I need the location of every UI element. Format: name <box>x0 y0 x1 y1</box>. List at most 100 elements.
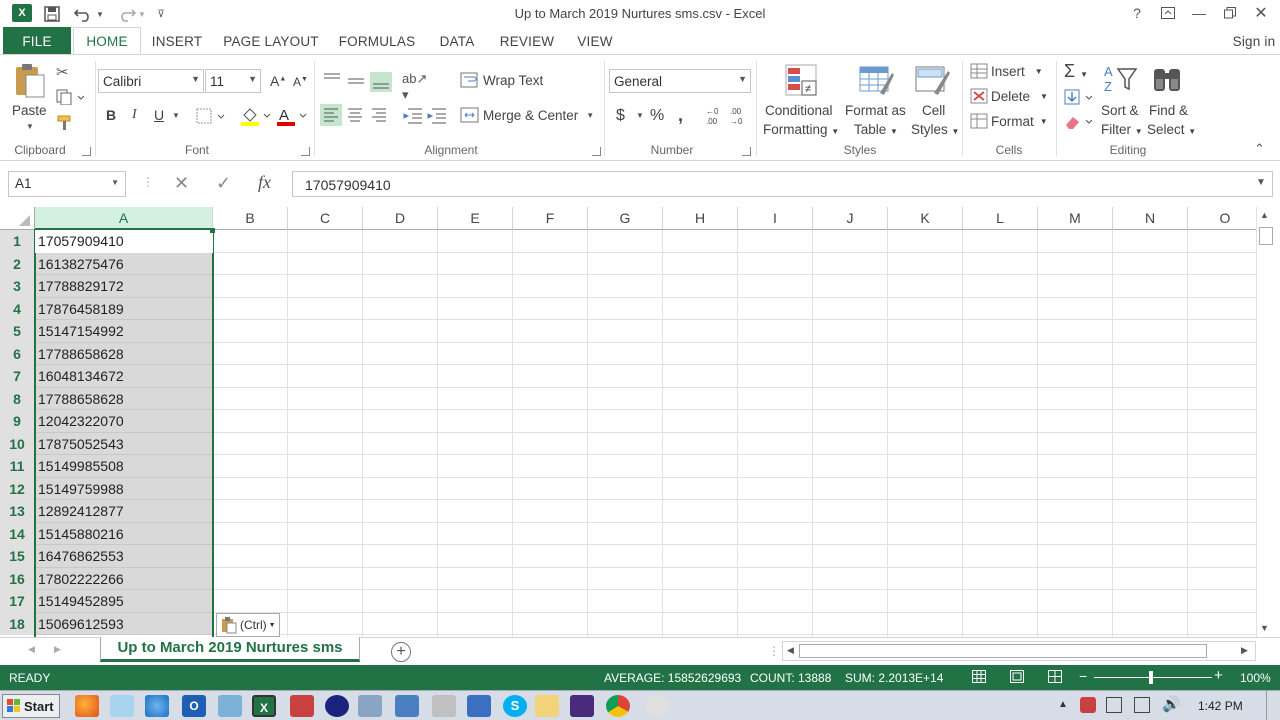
format-painter-icon[interactable] <box>57 115 75 131</box>
network-tray-icon[interactable] <box>1134 697 1150 713</box>
tab-review[interactable]: REVIEW <box>493 27 561 55</box>
font-color-icon[interactable]: A <box>276 105 308 127</box>
copy-icon[interactable] <box>56 89 86 106</box>
next-sheet-icon[interactable]: ▶ <box>54 644 61 655</box>
row-header-18[interactable]: 18 <box>0 612 35 635</box>
column-header-i[interactable]: I <box>738 207 813 230</box>
scroll-down-icon[interactable]: ▼ <box>1260 623 1269 633</box>
format-cells-button[interactable]: Format ▼ <box>970 113 1048 129</box>
zoom-in-icon[interactable]: + <box>1214 667 1223 684</box>
indent-icons[interactable] <box>402 105 448 125</box>
hscroll-thumb[interactable] <box>799 644 1207 658</box>
cell-styles-button[interactable]: Cell <box>922 103 945 118</box>
cancel-icon[interactable]: ✕ <box>174 173 189 194</box>
tray-icon[interactable] <box>1080 697 1096 713</box>
cell-a12[interactable]: 15149759988 <box>35 477 213 500</box>
row-header-15[interactable]: 15 <box>0 545 35 568</box>
column-header-c[interactable]: C <box>288 207 363 230</box>
app-icon[interactable] <box>325 695 349 717</box>
paste-button[interactable]: Paste <box>12 103 47 118</box>
column-header-a[interactable]: A <box>35 207 213 230</box>
underline-dropdown-icon[interactable]: ▼ <box>172 111 180 120</box>
decimal-icons[interactable]: ←0.00.00 →0 <box>704 105 750 127</box>
cell-styles-label2[interactable]: Styles ▼ <box>911 122 959 137</box>
bold-button[interactable]: B <box>106 107 116 123</box>
column-header-o[interactable]: O <box>1188 207 1256 230</box>
number-launcher-icon[interactable] <box>742 147 751 156</box>
app-icon[interactable] <box>432 695 456 717</box>
chrome-icon[interactable] <box>606 695 630 717</box>
cell-a17[interactable]: 15149452895 <box>35 590 213 613</box>
name-box[interactable]: A1 ▼ <box>8 171 126 197</box>
status-sum[interactable]: SUM: 2.2013E+14 <box>845 671 943 685</box>
delete-cells-button[interactable]: Delete ▼ <box>970 88 1048 104</box>
row-header-3[interactable]: 3 <box>0 275 35 298</box>
active-cell-a1[interactable]: 17057909410 <box>35 230 213 253</box>
clock[interactable]: 1:42 PM <box>1198 699 1243 713</box>
borders-icon[interactable] <box>196 107 226 125</box>
conditional-formatting-icon[interactable]: ≠ <box>784 63 820 97</box>
row-header-17[interactable]: 17 <box>0 590 35 613</box>
row-header-8[interactable]: 8 <box>0 387 35 410</box>
column-header-b[interactable]: B <box>213 207 288 230</box>
format-as-table-button[interactable]: Format as <box>845 103 906 118</box>
conditional-formatting-label2[interactable]: Formatting ▼ <box>763 122 839 137</box>
network-icon[interactable] <box>218 695 242 717</box>
fill-color-icon[interactable] <box>240 105 272 127</box>
app-icon[interactable] <box>395 695 419 717</box>
conditional-formatting-button[interactable]: Conditional <box>765 103 833 118</box>
column-header-j[interactable]: J <box>813 207 888 230</box>
row-header-13[interactable]: 13 <box>0 500 35 523</box>
fill-icon[interactable] <box>1064 89 1096 107</box>
paste-icon[interactable] <box>10 61 50 101</box>
row-header-14[interactable]: 14 <box>0 522 35 545</box>
vertical-align-icons[interactable] <box>322 71 402 93</box>
internet-explorer-icon[interactable] <box>145 695 169 717</box>
show-desktop-button[interactable] <box>1266 691 1280 720</box>
fill-handle[interactable] <box>210 228 215 233</box>
row-header-5[interactable]: 5 <box>0 320 35 343</box>
collapse-ribbon-icon[interactable]: ⌃ <box>1254 141 1265 157</box>
firefox-icon[interactable] <box>75 695 99 717</box>
row-header-6[interactable]: 6 <box>0 342 35 365</box>
minimize-icon[interactable]: — <box>1187 3 1211 23</box>
vertical-scrollbar[interactable]: ▲ ▼ <box>1256 207 1274 637</box>
restore-icon[interactable] <box>1218 3 1242 23</box>
column-header-e[interactable]: E <box>438 207 513 230</box>
horizontal-align-icons[interactable] <box>318 103 392 127</box>
page-layout-view-icon[interactable] <box>1010 670 1024 683</box>
excel-taskbar-icon[interactable]: X <box>252 695 276 717</box>
column-header-n[interactable]: N <box>1113 207 1188 230</box>
scroll-left-icon[interactable]: ◀ <box>787 645 794 656</box>
percent-style-button[interactable]: % <box>650 107 664 125</box>
insert-cells-button[interactable]: Insert ▼ <box>970 63 1043 79</box>
tab-data[interactable]: DATA <box>431 27 483 55</box>
grow-font-icon[interactable]: A▲ <box>270 73 286 89</box>
cell-a18[interactable]: 15069612593 <box>35 612 213 635</box>
comma-style-button[interactable]: , <box>678 105 683 126</box>
column-header-m[interactable]: M <box>1038 207 1113 230</box>
enter-icon[interactable]: ✓ <box>216 173 231 194</box>
cut-icon[interactable]: ✂ <box>56 63 69 81</box>
row-header-11[interactable]: 11 <box>0 455 35 478</box>
cell-a6[interactable]: 17788658628 <box>35 342 213 365</box>
tab-home[interactable]: HOME <box>73 27 141 55</box>
cell-a16[interactable]: 17802222266 <box>35 567 213 590</box>
cell-a15[interactable]: 16476862553 <box>35 545 213 568</box>
app-icon[interactable] <box>645 695 669 717</box>
paste-dropdown-icon[interactable]: ▼ <box>26 122 34 131</box>
clipboard-launcher-icon[interactable] <box>82 147 91 156</box>
zoom-slider-track[interactable] <box>1094 677 1212 678</box>
column-header-g[interactable]: G <box>588 207 663 230</box>
tab-view[interactable]: VIEW <box>571 27 619 55</box>
cell-a8[interactable]: 17788658628 <box>35 387 213 410</box>
number-format-select[interactable]: General ▼ <box>609 69 751 93</box>
currency-format-button[interactable]: $ <box>616 107 625 125</box>
cell-a14[interactable]: 15145880216 <box>35 522 213 545</box>
column-header-k[interactable]: K <box>888 207 963 230</box>
window-icon[interactable] <box>110 695 134 717</box>
tab-split-handle[interactable]: ⋮ <box>768 644 780 658</box>
expand-formula-bar-icon[interactable]: ▼ <box>1256 177 1266 188</box>
app-icon[interactable] <box>290 695 314 717</box>
tab-insert[interactable]: INSERT <box>145 27 209 55</box>
